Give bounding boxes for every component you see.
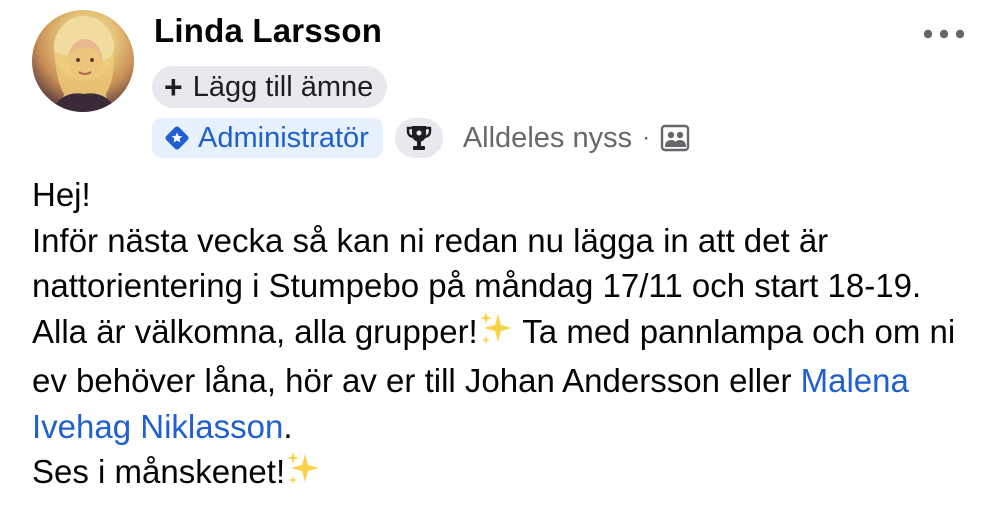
trophy-icon (406, 126, 432, 150)
admin-diamond-icon (164, 125, 190, 151)
admin-badge[interactable]: Administratör (152, 118, 383, 158)
post-body: Hej! Inför nästa vecka så kan ni redan n… (32, 172, 982, 499)
post-greeting: Hej! (32, 176, 91, 213)
admin-badge-label: Administratör (198, 121, 369, 154)
post-timestamp[interactable]: Alldeles nyss (463, 122, 632, 155)
more-options-button[interactable] (920, 22, 968, 46)
post-meta-row: Administratör Alldeles nyss · (152, 117, 690, 159)
post-paragraph: Inför nästa vecka så kan ni redan nu läg… (32, 218, 982, 450)
plus-icon: + (164, 69, 183, 105)
trophy-badge[interactable] (394, 118, 443, 158)
avatar[interactable] (32, 10, 134, 112)
more-horizontal-icon (923, 29, 965, 39)
signoff-text: Ses i månskenet! (32, 453, 286, 490)
post-signoff: Ses i månskenet! (32, 449, 982, 499)
post-card: Linda Larsson + Lägg till ämne Administr… (0, 0, 1000, 526)
avatar-image (50, 16, 118, 112)
sparkles-emoji (478, 311, 514, 359)
add-topic-button[interactable]: + Lägg till ämne (152, 66, 388, 108)
group-audience-icon[interactable] (660, 124, 690, 152)
sparkles-emoji (285, 451, 321, 499)
post-text-part-3: . (283, 407, 293, 445)
meta-separator: · (642, 124, 651, 151)
add-topic-label: Lägg till ämne (192, 70, 374, 103)
author-name[interactable]: Linda Larsson (154, 12, 382, 50)
